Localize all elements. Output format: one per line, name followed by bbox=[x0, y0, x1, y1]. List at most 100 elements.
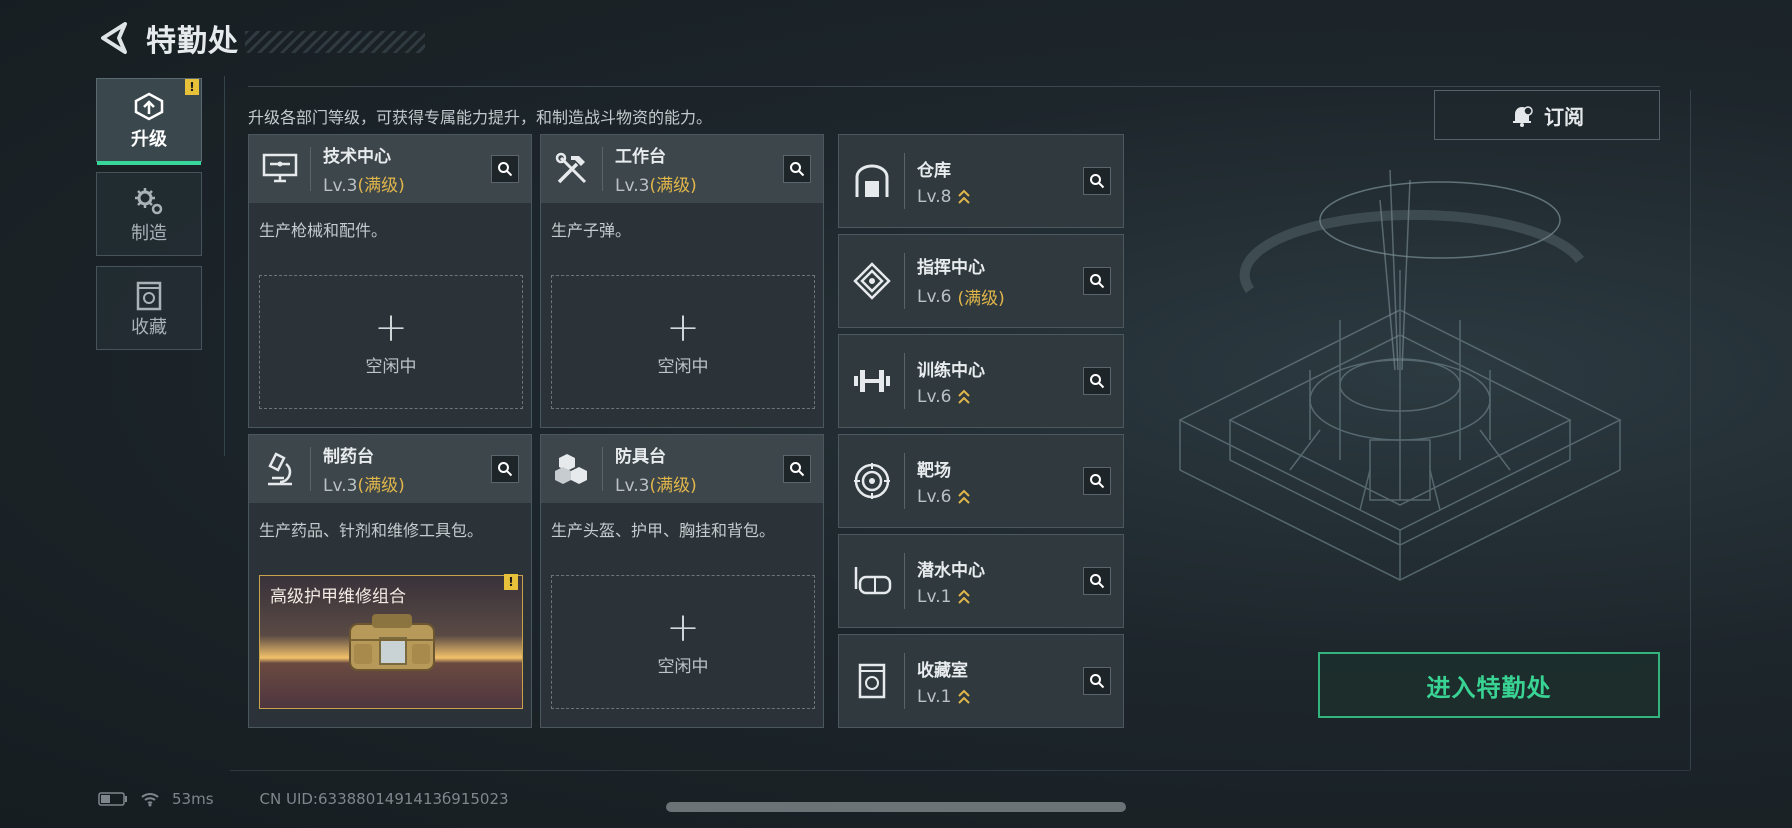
card-header: 技术中心 Lv.3(满级) bbox=[249, 135, 531, 203]
production-slot[interactable]: + 空闲中 bbox=[551, 575, 815, 709]
search-icon bbox=[1090, 474, 1105, 489]
facility-name: 收藏室 bbox=[917, 660, 968, 681]
warning-badge: ! bbox=[504, 574, 518, 590]
crafting-item-slot[interactable]: 高级护甲维修组合 ! bbox=[259, 574, 523, 709]
user-uid: CN UID:6338801491413б915023 bbox=[259, 790, 509, 808]
search-button[interactable] bbox=[491, 455, 519, 483]
diving-mask-icon bbox=[839, 553, 905, 609]
ping-value: 53ms bbox=[172, 790, 214, 808]
search-icon bbox=[790, 462, 805, 477]
search-button[interactable] bbox=[783, 155, 811, 183]
header: 特勤处 bbox=[96, 18, 425, 59]
plus-icon: + bbox=[666, 604, 700, 651]
facility-row-diving-center[interactable]: 潜水中心 Lv.1 bbox=[838, 534, 1124, 628]
facility-row-warehouse[interactable]: 仓库 Lv.8 bbox=[838, 134, 1124, 228]
tab-craft[interactable]: 制造 bbox=[96, 172, 202, 256]
warehouse-icon bbox=[839, 153, 905, 209]
card-header: 防具台 Lv.3(满级) bbox=[541, 435, 823, 503]
enter-special-ops-button[interactable]: 进入特勤处 bbox=[1318, 652, 1660, 718]
tab-upgrade[interactable]: 升级 ! bbox=[96, 78, 202, 165]
card-title: 工作台 bbox=[615, 147, 666, 167]
facility-row-command-center[interactable]: 指挥中心 Lv.6 (满级) bbox=[838, 234, 1124, 328]
wifi-icon bbox=[141, 793, 159, 807]
production-slot[interactable]: + 空闲中 bbox=[259, 275, 523, 409]
tab-upgrade-label: 升级 bbox=[131, 129, 167, 150]
card-level: Lv.3(满级) bbox=[323, 471, 405, 496]
card-header: 制药台 Lv.3(满级) bbox=[249, 435, 531, 503]
production-slot[interactable]: + 空闲中 bbox=[551, 275, 815, 409]
level-value: Lv.6 bbox=[917, 286, 952, 307]
card-description: 生产头盔、护甲、胸挂和背包。 bbox=[551, 521, 776, 540]
card-level: Lv.3(满级) bbox=[323, 171, 405, 196]
base-hologram-illustration bbox=[1178, 170, 1622, 581]
level-value: Lv.3 bbox=[615, 476, 650, 496]
frame-line-right bbox=[1690, 90, 1691, 770]
tab-craft-label: 制造 bbox=[131, 223, 167, 244]
max-level-tag: (满级) bbox=[357, 476, 405, 496]
card-title: 制药台 bbox=[323, 447, 374, 467]
tab-collection[interactable]: 收藏 bbox=[96, 266, 202, 350]
home-indicator[interactable] bbox=[666, 802, 1126, 812]
hammer-wrench-icon bbox=[541, 147, 603, 191]
card-level: Lv.3(满级) bbox=[615, 171, 697, 196]
facility-card-workbench[interactable]: 工作台 Lv.3(满级) 生产子弹。 + 空闲中 bbox=[540, 134, 824, 428]
max-level-tag: (满级) bbox=[649, 476, 697, 496]
facility-card-armor-bench[interactable]: 防具台 Lv.3(满级) 生产头盔、护甲、胸挂和背包。 + 空闲中 bbox=[540, 434, 824, 728]
search-button[interactable] bbox=[491, 155, 519, 183]
search-button[interactable] bbox=[1083, 667, 1111, 695]
status-bar: 53ms CN UID:6338801491413б915023 bbox=[98, 790, 509, 808]
facility-name: 训练中心 bbox=[917, 360, 985, 381]
level-value: Lv.6 bbox=[917, 386, 952, 407]
facility-card-tech-center[interactable]: 技术中心 Lv.3(满级) 生产枪械和配件。 + 空闲中 bbox=[248, 134, 532, 428]
level-value: Lv.1 bbox=[917, 586, 952, 607]
card-description: 生产药品、针剂和维修工具包。 bbox=[259, 521, 484, 540]
plus-icon: + bbox=[374, 304, 408, 351]
search-button[interactable] bbox=[1083, 467, 1111, 495]
level-value: Lv.8 bbox=[917, 186, 952, 207]
max-level-tag: (满级) bbox=[357, 176, 405, 196]
upgrade-available-icon bbox=[958, 189, 971, 204]
search-button[interactable] bbox=[1083, 267, 1111, 295]
upgrade-available-icon bbox=[958, 689, 971, 704]
facility-level: Lv.6 bbox=[917, 387, 985, 407]
search-button[interactable] bbox=[783, 455, 811, 483]
facility-card-pharmacy[interactable]: 制药台 Lv.3(满级) 生产药品、针剂和维修工具包。 高级护甲维修组合 ! bbox=[248, 434, 532, 728]
slot-status: 空闲中 bbox=[657, 356, 709, 377]
search-icon bbox=[498, 462, 513, 477]
max-level-tag: (满级) bbox=[957, 289, 1005, 309]
repair-kit-bag-icon bbox=[349, 614, 435, 671]
crafting-item-name: 高级护甲维修组合 bbox=[270, 587, 406, 607]
command-center-icon bbox=[839, 253, 905, 309]
facility-row-training-center[interactable]: 训练中心 Lv.6 bbox=[838, 334, 1124, 428]
level-value: Lv.3 bbox=[615, 176, 650, 196]
search-button[interactable] bbox=[1083, 367, 1111, 395]
level-value: Lv.1 bbox=[917, 686, 952, 707]
cubes-icon bbox=[541, 447, 603, 491]
card-level: Lv.3(满级) bbox=[615, 471, 697, 496]
facility-level: Lv.1 bbox=[917, 587, 985, 607]
tab-collection-label: 收藏 bbox=[131, 317, 167, 338]
facility-level: Lv.8 bbox=[917, 187, 971, 207]
search-icon bbox=[1090, 374, 1105, 389]
dumbbell-icon bbox=[839, 353, 905, 409]
search-icon bbox=[1090, 274, 1105, 289]
subscribe-button[interactable]: 订阅 bbox=[1434, 90, 1660, 140]
slot-status: 空闲中 bbox=[657, 656, 709, 677]
facility-level: Lv.6 (满级) bbox=[917, 284, 1005, 310]
facility-row-shooting-range[interactable]: 靶场 Lv.6 bbox=[838, 434, 1124, 528]
facility-name: 靶场 bbox=[917, 460, 951, 481]
plus-icon: + bbox=[666, 304, 700, 351]
page-title: 特勤处 bbox=[146, 24, 239, 59]
facility-name: 仓库 bbox=[917, 160, 951, 181]
search-button[interactable] bbox=[1083, 567, 1111, 595]
battery-icon bbox=[98, 792, 127, 806]
upgrade-icon bbox=[132, 89, 166, 125]
subscribe-label: 订阅 bbox=[1544, 104, 1584, 129]
search-button[interactable] bbox=[1083, 167, 1111, 195]
search-icon bbox=[1090, 574, 1105, 589]
monitor-icon bbox=[249, 147, 311, 191]
facility-row-collection-room[interactable]: 收藏室 Lv.1 bbox=[838, 634, 1124, 728]
back-button[interactable] bbox=[96, 18, 132, 58]
search-icon bbox=[1090, 674, 1105, 689]
card-description: 生产子弹。 bbox=[551, 221, 632, 240]
